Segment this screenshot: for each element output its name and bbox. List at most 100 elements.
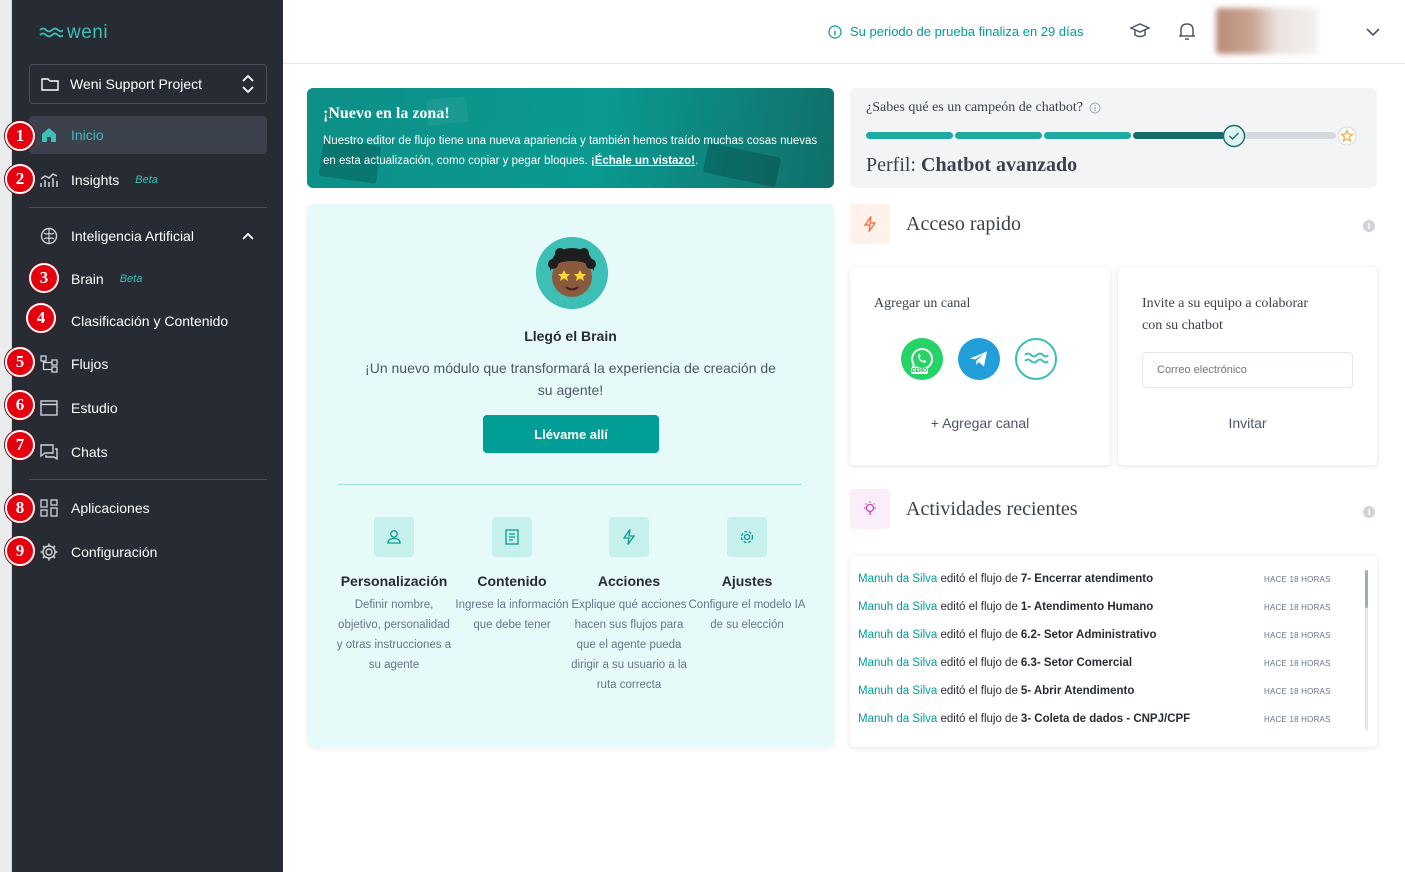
feature-ajustes: Ajustes Configure el modelo IA de su ele… — [687, 517, 807, 635]
chevron-up-icon — [242, 232, 254, 240]
feature-contenido: Contenido Ingrese la información que deb… — [452, 517, 572, 635]
quick-access-header: Acceso rapido — [850, 204, 1021, 244]
sidebar-item-label: Estudio — [71, 400, 118, 416]
graduation-cap-icon[interactable] — [1129, 20, 1151, 42]
activity-user[interactable]: Manuh da Silva — [858, 573, 937, 585]
telegram-icon[interactable] — [958, 338, 1000, 380]
activity-flow[interactable]: 5- Abrir Atendimento — [1021, 685, 1135, 697]
announcement-text: Nuestro editor de flujo tiene una nueva … — [323, 135, 818, 167]
activity-user[interactable]: Manuh da Silva — [858, 685, 937, 697]
info-icon[interactable]: i — [1363, 506, 1375, 518]
sidebar-item-clasificacion[interactable]: Clasificación y Contenido — [29, 302, 267, 340]
sidebar-item-flujos[interactable]: Flujos — [29, 345, 267, 383]
weni-chat-icon[interactable] — [1015, 338, 1057, 380]
progress-segment — [1236, 132, 1336, 139]
flow-icon — [39, 354, 59, 374]
announcement-banner: ¡Nuevo en la zona! Nuestro editor de flu… — [307, 88, 834, 188]
sidebar-item-label: Clasificación y Contenido — [71, 313, 229, 329]
sidebar-item-chats[interactable]: Chats — [29, 433, 267, 471]
annotation-badge: 8 — [5, 493, 35, 523]
activity-flow[interactable]: 6.3- Setor Comercial — [1021, 657, 1132, 669]
sidebar: weni Weni Support Project Inicio Insight… — [12, 0, 283, 872]
invite-card: Invite a su equipo a colaborar con su cha… — [1118, 267, 1377, 465]
activity-user[interactable]: Manuh da Silva — [858, 601, 937, 613]
progress-segment — [866, 132, 953, 139]
trial-text: Su periodo de prueba finaliza en 29 días — [850, 24, 1084, 39]
annotation-badge: 1 — [5, 121, 35, 151]
feature-title: Acciones — [597, 573, 661, 589]
add-channel-card: Agregar un canal DEMO + Agregar canal — [850, 267, 1110, 465]
add-channel-button[interactable]: + Agregar canal — [850, 415, 1110, 431]
brain-card: Llegó el Brain ¡Un nuevo módulo que tran… — [307, 204, 834, 747]
sidebar-divider — [29, 479, 267, 480]
brain-title: Llegó el Brain — [524, 328, 617, 344]
champion-progress — [866, 124, 1357, 148]
gear-icon — [39, 542, 59, 562]
lightbulb-icon — [850, 489, 890, 529]
top-bar: Su periodo de prueba finaliza en 29 días — [283, 0, 1405, 64]
activity-item: Manuh da Silva editó el flujo de 6.2- Set… — [858, 629, 1331, 641]
project-name: Weni Support Project — [70, 76, 203, 92]
window-icon — [39, 398, 59, 418]
chart-icon — [39, 170, 59, 190]
beta-tag: Beta — [135, 174, 158, 186]
brain-avatar — [536, 237, 608, 309]
activity-time: HACE 18 HORAS — [1264, 714, 1331, 724]
progress-segment — [1044, 132, 1131, 139]
annotation-badge: 6 — [5, 390, 35, 420]
activities-scrollbar[interactable] — [1365, 570, 1368, 730]
announcement-link[interactable]: ¡Échale un vistazo! — [591, 155, 695, 167]
activity-time: HACE 18 HORAS — [1264, 658, 1331, 668]
sidebar-item-inteligencia-artificial[interactable]: Inteligencia Artificial — [29, 217, 267, 255]
scrollbar-thumb[interactable] — [1365, 570, 1368, 608]
activity-user[interactable]: Manuh da Silva — [858, 629, 937, 641]
activity-time: HACE 18 HORAS — [1264, 630, 1331, 640]
annotation-badge: 4 — [26, 303, 56, 333]
activity-flow[interactable]: 7- Encerrar atendimento — [1021, 573, 1153, 585]
sidebar-item-brain[interactable]: Brain Beta — [29, 260, 267, 298]
sidebar-item-configuracion[interactable]: Configuración — [29, 533, 267, 571]
sidebar-item-insights[interactable]: Insights Beta — [29, 161, 267, 199]
brand-name: weni — [67, 22, 109, 43]
sidebar-item-inicio[interactable]: Inicio — [29, 116, 267, 154]
sidebar-item-label: Aplicaciones — [71, 500, 150, 516]
email-field[interactable] — [1142, 352, 1353, 388]
brain-go-button[interactable]: Llévame allí — [483, 415, 659, 453]
sidebar-divider — [29, 207, 267, 208]
sidebar-item-label: Insights — [71, 172, 120, 188]
weni-logo-icon — [39, 27, 63, 38]
annotation-badge: 2 — [5, 164, 35, 194]
demo-tag: DEMO — [911, 368, 928, 374]
activities-title: Actividades recientes — [906, 497, 1078, 520]
feature-title: Contenido — [477, 573, 547, 589]
activity-flow[interactable]: 6.2- Setor Administrativo — [1021, 629, 1157, 641]
gear-icon — [727, 517, 767, 557]
activity-flow[interactable]: 1- Atendimento Humano — [1021, 601, 1153, 613]
whatsapp-icon[interactable]: DEMO — [901, 338, 943, 380]
feature-description: Configure el modelo IA de su elección — [688, 599, 806, 631]
activity-user[interactable]: Manuh da Silva — [858, 713, 937, 725]
champion-question[interactable]: ¿Sabes qué es un campeón de chatbot? — [866, 100, 1361, 116]
bell-icon[interactable] — [1176, 20, 1198, 42]
activity-item: Manuh da Silva editó el flujo de 5- Abrir… — [858, 685, 1331, 697]
sidebar-item-estudio[interactable]: Estudio — [29, 389, 267, 427]
sidebar-item-label: Configuración — [71, 544, 158, 560]
weni-logo[interactable]: weni — [39, 22, 108, 44]
chevron-down-icon[interactable] — [1365, 24, 1381, 40]
feature-description: Definir nombre, objetivo, personalidad y… — [336, 599, 452, 671]
invite-button[interactable]: Invitar — [1118, 415, 1377, 431]
activity-user[interactable]: Manuh da Silva — [858, 657, 937, 669]
progress-segment — [955, 132, 1042, 139]
annotation-badge: 7 — [5, 430, 35, 460]
sidebar-item-aplicaciones[interactable]: Aplicaciones — [29, 489, 267, 527]
lightning-icon — [850, 204, 890, 244]
user-avatar[interactable] — [1216, 8, 1318, 54]
feature-acciones: Acciones Explique qué acciones hacen sus… — [569, 517, 689, 695]
check-icon — [1222, 124, 1246, 148]
project-selector[interactable]: Weni Support Project — [29, 64, 267, 104]
progress-segment — [1133, 132, 1225, 139]
home-icon — [39, 125, 59, 145]
info-icon[interactable]: i — [1363, 220, 1375, 232]
activity-flow[interactable]: 3- Coleta de dados - CNPJ/CPF — [1021, 713, 1190, 725]
add-channel-title: Agregar un canal — [874, 296, 971, 311]
